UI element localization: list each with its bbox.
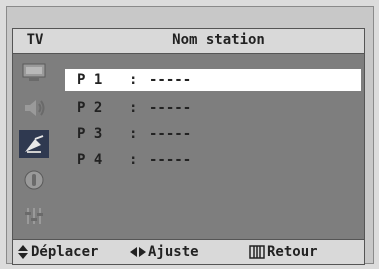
osd-header: TV Nom station — [13, 29, 364, 54]
sidebar-menu — [17, 54, 59, 234]
station-number: P 2 — [77, 100, 103, 116]
adjust-hint: Ajuste — [130, 244, 199, 260]
station-name: ----- — [149, 72, 192, 88]
osd-footer: Déplacer Ajuste Retour — [13, 239, 364, 264]
station-row-p1[interactable]: P 1 : ----- — [65, 69, 361, 91]
station-separator: : — [129, 152, 138, 168]
station-separator: : — [129, 100, 138, 116]
setup-icon[interactable] — [19, 202, 49, 230]
station-row-p3[interactable]: P 3 : ----- — [65, 123, 361, 145]
station-number: P 1 — [77, 72, 103, 88]
station-list: P 1 : ----- P 2 : ----- P 3 : ----- P 4 … — [65, 57, 361, 227]
station-number: P 3 — [77, 126, 103, 142]
tv-label: TV — [26, 32, 44, 48]
move-hint: Déplacer — [17, 244, 98, 260]
up-down-arrow-icon — [18, 245, 28, 259]
station-row-p2[interactable]: P 2 : ----- — [65, 97, 361, 119]
back-label: Retour — [267, 244, 318, 260]
page-title: Nom station — [172, 32, 265, 48]
station-number: P 4 — [77, 152, 103, 168]
timer-icon[interactable] — [19, 166, 49, 194]
station-name: ----- — [149, 152, 192, 168]
tv-osd-menu: TV Nom station P 1: ----- P 2: ----- P… — [12, 28, 365, 265]
station-row-p4[interactable]: P 4 : ----- — [65, 149, 361, 171]
sound-icon[interactable] — [19, 94, 49, 122]
menu-icon — [249, 245, 265, 259]
channel-icon[interactable] — [19, 130, 49, 158]
station-name: ----- — [149, 100, 192, 116]
back-hint: Retour — [249, 244, 318, 260]
adjust-label: Ajuste — [148, 244, 199, 260]
station-separator: : — [129, 126, 138, 142]
station-name: ----- — [149, 126, 192, 142]
left-right-arrow-icon — [130, 247, 146, 257]
picture-icon[interactable] — [19, 58, 49, 86]
move-label: Déplacer — [31, 244, 99, 260]
station-separator: : — [129, 72, 138, 88]
